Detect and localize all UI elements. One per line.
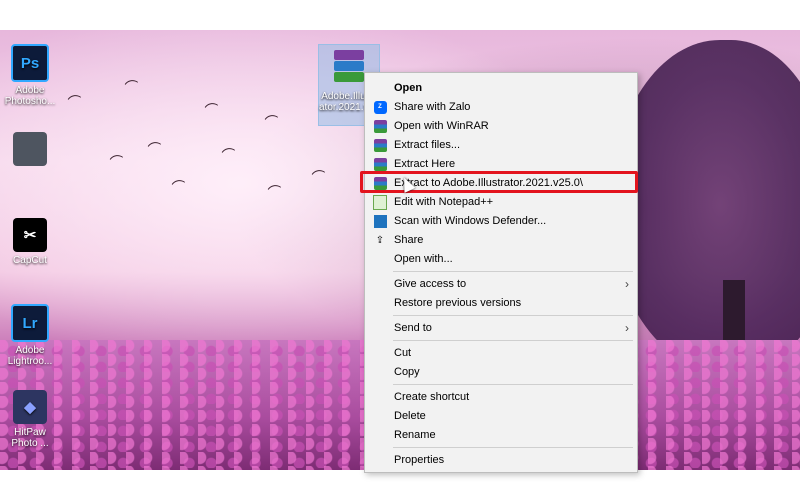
menu-item-restore-previous-versions[interactable]: Restore previous versions: [365, 294, 637, 312]
photoshop-icon: Ps: [11, 44, 49, 82]
menu-item-label: Share: [394, 234, 424, 246]
menu-item-label: Open with WinRAR: [394, 120, 489, 132]
zalo-icon: Z: [373, 100, 387, 114]
menu-item-label: Restore previous versions: [394, 297, 522, 309]
wallpaper-tree: [610, 40, 800, 370]
menu-item-label: Edit with Notepad++: [394, 196, 494, 208]
bird-icon: ⌒: [170, 177, 188, 197]
bird-icon: ⌒: [220, 145, 238, 165]
menu-item-give-access-to[interactable]: Give access to ›: [365, 275, 637, 293]
desktop-icon-label: HitPaw Photo ...: [11, 427, 49, 449]
menu-item-label: Copy: [394, 366, 420, 378]
desktop-icon-label: Adobe Photosho...: [4, 85, 56, 107]
chevron-right-icon: ›: [625, 321, 629, 335]
menu-separator: [393, 447, 633, 448]
rar-book-purple: [334, 50, 364, 60]
menu-item-cut[interactable]: Cut: [365, 344, 637, 362]
menu-item-label: Give access to: [394, 278, 467, 290]
menu-separator: [393, 271, 633, 272]
bird-icon: ⌒: [123, 77, 141, 97]
menu-item-label: Properties: [394, 454, 445, 466]
bird-icon: ⌒: [146, 139, 164, 159]
winrar-icon: [373, 119, 387, 133]
menu-item-label: Extract Here: [394, 158, 456, 170]
bird-icon: ⌒: [203, 100, 221, 120]
menu-item-label: Extract files...: [394, 139, 461, 151]
menu-item-label: Delete: [394, 410, 426, 422]
rar-book-green: [334, 72, 364, 82]
desktop-icon-hitpaw[interactable]: ◆ HitPaw Photo ...: [0, 390, 60, 449]
menu-item-label: Cut: [394, 347, 412, 359]
menu-item-send-to[interactable]: Send to ›: [365, 319, 637, 337]
menu-item-copy[interactable]: Copy: [365, 363, 637, 381]
menu-item-label: Open: [394, 82, 423, 94]
desktop-icon-capcut[interactable]: ✂ CapCut: [0, 218, 60, 266]
menu-item-label: Send to: [394, 322, 432, 334]
menu-item-rename[interactable]: Rename: [365, 426, 637, 444]
menu-item-edit-with-notepadpp[interactable]: Edit with Notepad++: [365, 193, 637, 211]
bird-icon: ⌒: [66, 92, 84, 112]
winrar-icon: [373, 138, 387, 152]
menu-item-label: Open with...: [394, 253, 453, 265]
chevron-right-icon: ›: [625, 277, 629, 291]
menu-item-share-with-zalo[interactable]: Z Share with Zalo: [365, 98, 637, 116]
context-menu: Open Z Share with Zalo Open with WinRAR …: [364, 72, 638, 473]
menu-item-label: Rename: [394, 429, 436, 441]
menu-item-label: Create shortcut: [394, 391, 470, 403]
menu-item-create-shortcut[interactable]: Create shortcut: [365, 388, 637, 406]
defender-icon: [373, 214, 387, 228]
app-icon: [13, 132, 47, 166]
menu-item-label: Scan with Windows Defender...: [394, 215, 547, 227]
winrar-icon: [373, 157, 387, 171]
notepadpp-icon: [373, 194, 387, 210]
winrar-archive-icon: [330, 48, 368, 88]
menu-separator: [393, 340, 633, 341]
desktop-icon-app[interactable]: [0, 132, 60, 169]
desktop-icon-label: Adobe Lightroo...: [7, 345, 53, 367]
bird-icon: ⌒: [263, 112, 281, 132]
top-letterbox: [0, 0, 800, 30]
bird-icon: ⌒: [310, 167, 328, 187]
lightroom-icon: Lr: [11, 304, 49, 342]
hitpaw-icon: ◆: [13, 390, 47, 424]
bottom-letterbox: [0, 470, 800, 500]
desktop-icon-lightroom[interactable]: Lr Adobe Lightroo...: [0, 304, 60, 367]
menu-separator: [393, 315, 633, 316]
desktop-icon-label: CapCut: [13, 255, 47, 266]
capcut-icon: ✂: [13, 218, 47, 252]
menu-item-scan-with-defender[interactable]: Scan with Windows Defender...: [365, 212, 637, 230]
share-icon: ⇪: [375, 234, 385, 246]
menu-item-open-with[interactable]: Open with...: [365, 250, 637, 268]
menu-item-open-with-winrar[interactable]: Open with WinRAR: [365, 117, 637, 135]
bird-icon: ⌒: [108, 152, 126, 172]
menu-item-properties[interactable]: Properties: [365, 451, 637, 469]
menu-item-delete[interactable]: Delete: [365, 407, 637, 425]
desktop-icon-photoshop[interactable]: Ps Adobe Photosho...: [0, 44, 60, 107]
menu-item-extract-files[interactable]: Extract files...: [365, 136, 637, 154]
bird-icon: ⌒: [266, 182, 284, 202]
menu-item-open[interactable]: Open: [365, 79, 637, 97]
menu-item-label: Share with Zalo: [394, 101, 471, 113]
menu-item-share[interactable]: ⇪ Share: [365, 231, 637, 249]
rar-book-blue: [334, 61, 364, 71]
menu-separator: [393, 384, 633, 385]
